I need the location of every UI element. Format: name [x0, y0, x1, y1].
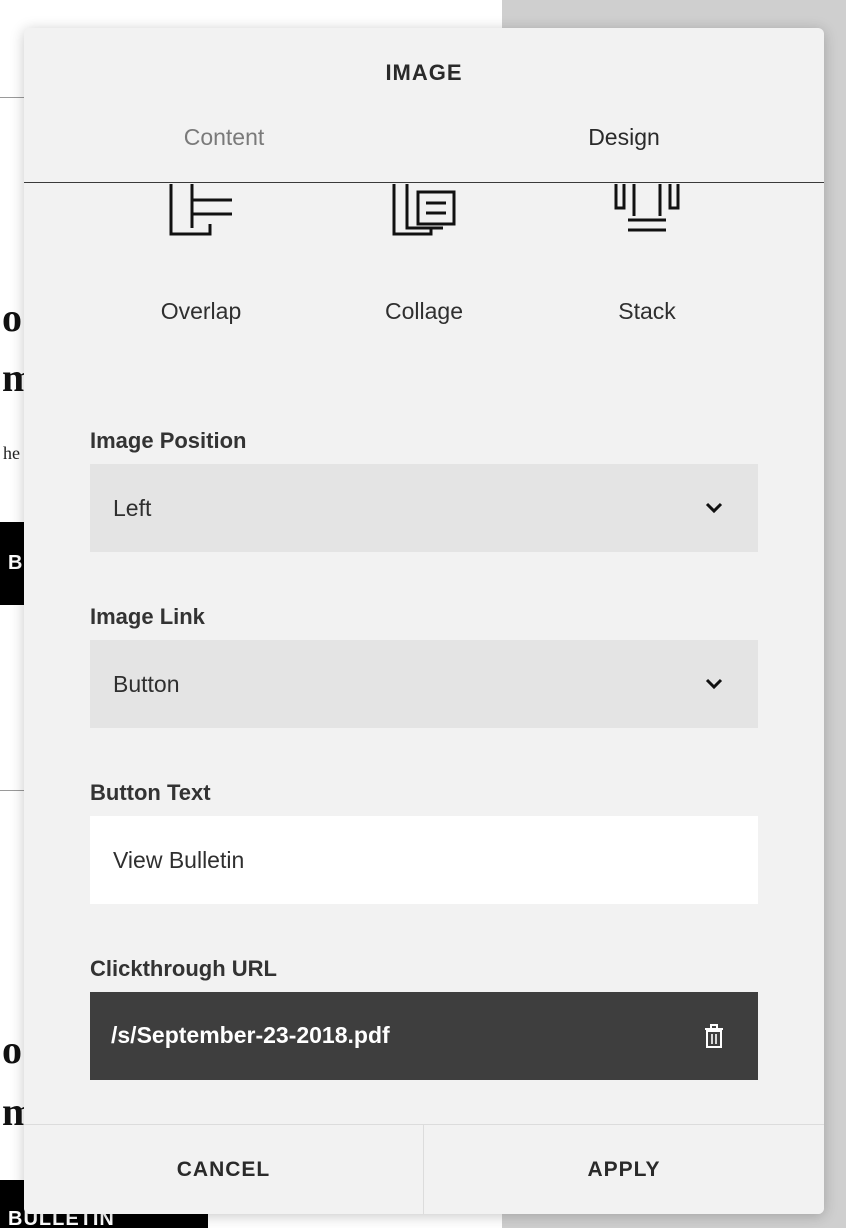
layout-option-label: Overlap: [160, 298, 242, 324]
layout-option-label: Collage: [385, 298, 463, 324]
chevron-down-icon: [705, 502, 723, 514]
background-heading-fragment: o: [2, 295, 22, 340]
layout-option-collage[interactable]: Collage: [344, 184, 504, 354]
modal-header: IMAGE Content Design: [24, 28, 824, 183]
modal-title: IMAGE: [385, 60, 463, 85]
clickthrough-url-label: Clickthrough URL: [90, 956, 277, 981]
image-position-select[interactable]: Left: [90, 464, 758, 552]
image-settings-modal: IMAGE Content Design Overlap Collage Sta…: [24, 28, 824, 1214]
button-text-label: Button Text: [90, 780, 211, 805]
tab-content[interactable]: Content: [24, 124, 424, 151]
clickthrough-url-field[interactable]: /s/September-23-2018.pdf: [90, 992, 758, 1080]
image-link-select[interactable]: Button: [90, 640, 758, 728]
chevron-down-icon: [705, 678, 723, 690]
overlap-layout-icon: [169, 184, 232, 236]
background-text-fragment: he: [3, 443, 20, 463]
trash-icon[interactable]: [704, 1024, 724, 1048]
stack-layout-icon: [614, 184, 680, 232]
apply-button[interactable]: APPLY: [424, 1125, 824, 1214]
background-heading-fragment: o: [2, 1027, 22, 1072]
button-text-input[interactable]: View Bulletin: [90, 816, 758, 904]
layout-option-stack[interactable]: Stack: [567, 184, 727, 354]
image-position-label: Image Position: [90, 428, 247, 453]
clickthrough-url-value: /s/September-23-2018.pdf: [111, 1022, 390, 1048]
image-position-value: Left: [113, 495, 152, 521]
collage-layout-icon: [392, 184, 456, 236]
modal-footer: CANCEL APPLY: [24, 1124, 824, 1214]
tab-design[interactable]: Design: [424, 124, 824, 151]
button-text-value: View Bulletin: [113, 847, 245, 873]
layout-option-overlap[interactable]: Overlap: [121, 184, 281, 354]
layout-option-label: Stack: [618, 298, 676, 324]
image-link-label: Image Link: [90, 604, 205, 629]
modal-body: Overlap Collage Stack Image Position Lef…: [24, 184, 824, 1124]
image-link-value: Button: [113, 671, 180, 697]
cancel-button[interactable]: CANCEL: [24, 1125, 424, 1214]
